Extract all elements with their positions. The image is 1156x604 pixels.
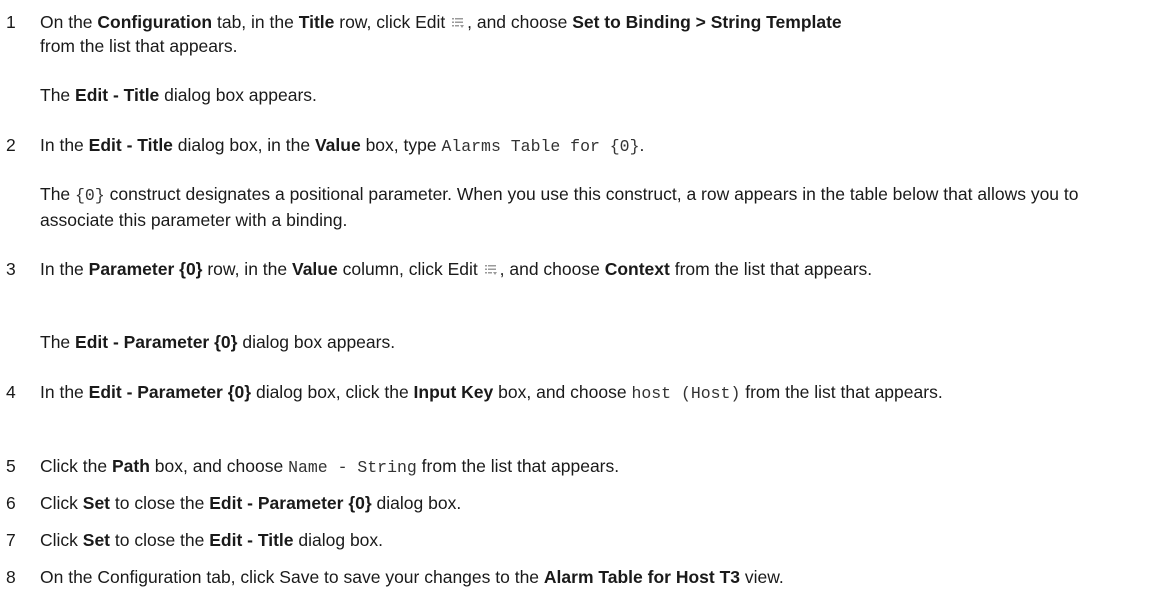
step-number: 2 xyxy=(6,135,16,155)
code-value: host (Host) xyxy=(631,384,741,403)
text-run: The xyxy=(40,332,76,352)
text-run: row, in the xyxy=(202,259,292,279)
step-text: Click the Path box, and choose Name - St… xyxy=(40,454,1145,480)
text-run: Click the xyxy=(40,456,112,476)
ui-term-edit-title: Edit - Title xyxy=(75,85,160,105)
ui-term-context: Context xyxy=(604,259,670,279)
ui-term-input-key: Input Key xyxy=(413,382,494,402)
text-run: Click xyxy=(40,530,83,550)
text-run: . xyxy=(639,135,645,155)
text-run: column, click Edit xyxy=(337,259,483,279)
ui-term-configuration: Configuration xyxy=(97,12,213,32)
text-run: dialog box appears. xyxy=(159,85,317,105)
edit-list-icon xyxy=(452,18,465,28)
text-run: The xyxy=(40,184,76,204)
step-text: In the Edit - Parameter {0} dialog box, … xyxy=(40,380,1145,406)
ui-term-set: Set xyxy=(82,530,111,550)
ui-term-edit-title: Edit - Title xyxy=(88,135,173,155)
text-run: tab, in the xyxy=(212,12,299,32)
code-value: {0} xyxy=(75,186,105,205)
ui-term-view-name: Alarm Table for Host T3 xyxy=(543,567,741,587)
text-run: view. xyxy=(740,567,784,587)
text-run: from the list that appears. xyxy=(669,259,873,279)
step-number: 5 xyxy=(6,456,16,476)
step-text: Click Set to close the Edit - Parameter … xyxy=(40,491,1145,515)
text-run: construct designates a positional parame… xyxy=(40,184,1079,230)
step-number: 6 xyxy=(6,493,16,513)
step-number: 3 xyxy=(6,259,16,279)
code-value: Name - String xyxy=(288,458,417,477)
ui-term-value: Value xyxy=(314,135,361,155)
text-run: to close the xyxy=(110,530,210,550)
text-run: dialog box, click the xyxy=(251,382,414,402)
step-text: On the Configuration tab, click Save to … xyxy=(40,565,1145,589)
text-run: On the xyxy=(40,12,98,32)
ui-term-edit-parameter: Edit - Parameter {0} xyxy=(209,493,372,513)
text-run: , and choose xyxy=(499,259,605,279)
text-run: , and choose xyxy=(467,12,573,32)
text-run: box, and choose xyxy=(493,382,632,402)
ui-term-edit-parameter: Edit - Parameter {0} xyxy=(75,332,238,352)
text-run: dialog box, in the xyxy=(172,135,315,155)
ui-term-set: Set xyxy=(82,493,111,513)
text-run: dialog box. xyxy=(371,493,462,513)
text-run: row, click Edit xyxy=(334,12,451,32)
note-1: The Edit - Title dialog box appears. xyxy=(40,83,1145,107)
text-run: In the xyxy=(40,259,89,279)
text-run: to close the xyxy=(110,493,210,513)
step-text: On the Configuration tab, in the Title r… xyxy=(40,10,1145,58)
note-3: The Edit - Parameter {0} dialog box appe… xyxy=(40,330,1145,354)
ui-term-edit-title: Edit - Title xyxy=(209,530,294,550)
text-run: box, and choose xyxy=(149,456,289,476)
ui-term-value: Value xyxy=(291,259,338,279)
ui-term-title: Title xyxy=(298,12,335,32)
text-run: In the xyxy=(40,135,89,155)
step-number: 7 xyxy=(6,530,16,550)
ui-term-parameter: Parameter {0} xyxy=(88,259,203,279)
edit-list-icon xyxy=(484,265,497,275)
text-run: box, type xyxy=(360,135,442,155)
ui-term-path: Path xyxy=(111,456,150,476)
text-run: dialog box. xyxy=(293,530,384,550)
code-value: Alarms Table for {0} xyxy=(441,137,640,156)
step-text: In the Parameter {0} row, in the Value c… xyxy=(40,257,1145,281)
text-run: dialog box appears. xyxy=(237,332,396,352)
step-text: Click Set to close the Edit - Title dial… xyxy=(40,528,1145,552)
note-2: The {0} construct designates a positiona… xyxy=(40,182,1145,232)
text-run: On the Configuration tab, click Save to … xyxy=(40,567,544,587)
step-number: 4 xyxy=(6,382,16,402)
step-number: 1 xyxy=(6,12,16,32)
step-number: 8 xyxy=(6,567,16,587)
text-run: In the xyxy=(40,382,89,402)
ui-term-edit-parameter: Edit - Parameter {0} xyxy=(88,382,252,402)
text-run: from the list that appears. xyxy=(740,382,943,402)
text-run: Click xyxy=(40,493,83,513)
step-text: In the Edit - Title dialog box, in the V… xyxy=(40,133,1145,159)
text-run: The xyxy=(40,85,76,105)
text-run: from the list that appears. xyxy=(416,456,620,476)
text-run: from the list that appears. xyxy=(40,36,238,56)
ui-term-set-to-binding: Set to Binding > String Template xyxy=(572,12,842,32)
